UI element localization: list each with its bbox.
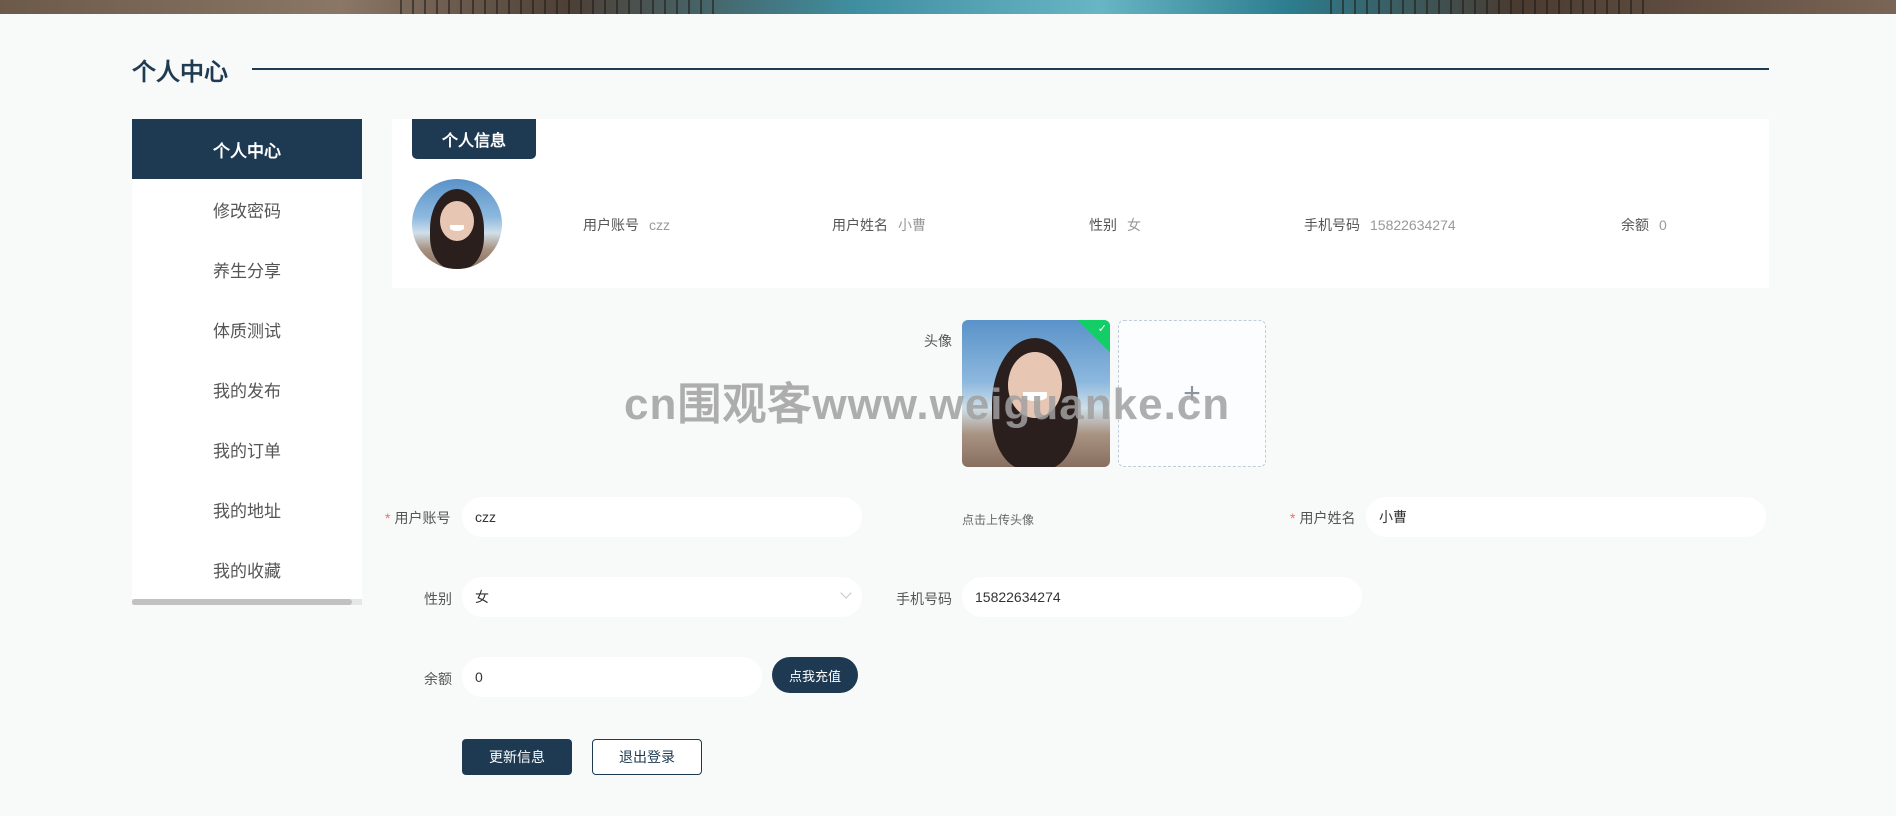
recharge-button[interactable]: 点我充值 xyxy=(772,657,858,693)
page-title: 个人中心 xyxy=(132,59,228,86)
upload-hint: 点击上传头像 xyxy=(962,513,1035,527)
sidebar-menu: 个人中心 修改密码 养生分享 体质测试 我的发布 我的订单 我的地址 我的收藏 xyxy=(132,119,362,605)
info-balance: 余额 0 xyxy=(1621,217,1667,233)
balance-input[interactable]: 0 xyxy=(462,657,762,697)
phone-label: 手机号码 xyxy=(896,591,952,607)
user-avatar xyxy=(412,179,502,269)
sidebar-scrollbar[interactable] xyxy=(132,599,362,605)
info-gender: 性别女 xyxy=(1089,217,1141,233)
avatar-label: 头像 xyxy=(924,333,952,349)
sidebar-item-my-favorites[interactable]: 我的收藏 xyxy=(132,539,362,599)
sidebar-item-my-address[interactable]: 我的地址 xyxy=(132,479,362,539)
account-label: * 用户账号 xyxy=(385,510,451,526)
top-banner-image xyxy=(0,0,1896,14)
balance-label: 余额 xyxy=(424,671,452,687)
name-label: * 用户姓名 xyxy=(1290,510,1356,526)
info-account: 用户账号 czz xyxy=(583,217,670,233)
gender-label: 性别 xyxy=(424,591,452,607)
sidebar-item-my-posts[interactable]: 我的发布 xyxy=(132,359,362,419)
chevron-down-icon xyxy=(840,587,852,599)
gender-select-value: 女 xyxy=(475,589,489,605)
update-info-button[interactable]: 更新信息 xyxy=(462,739,572,775)
check-icon: ✓ xyxy=(1097,322,1107,335)
banner-railing xyxy=(400,0,720,14)
plus-icon: + xyxy=(1183,376,1201,410)
sidebar-item-personal-center[interactable]: 个人中心 xyxy=(132,119,362,179)
sidebar-item-change-password[interactable]: 修改密码 xyxy=(132,179,362,239)
tab-personal-info[interactable]: 个人信息 xyxy=(412,119,536,159)
scrollbar-thumb[interactable] xyxy=(132,599,352,605)
logout-button[interactable]: 退出登录 xyxy=(592,739,702,775)
banner-railing xyxy=(1330,0,1650,14)
account-input[interactable]: czz xyxy=(462,497,862,537)
name-input[interactable]: 小曹 xyxy=(1366,497,1766,537)
gender-select[interactable]: 女 xyxy=(462,577,862,617)
sidebar-item-health-share[interactable]: 养生分享 xyxy=(132,239,362,299)
phone-input[interactable]: 15822634274 xyxy=(962,577,1362,617)
title-divider xyxy=(252,68,1769,70)
personal-info-card: 个人信息 用户账号 czz 用户姓名 小曹 性别女 手机号码 15822634274 … xyxy=(392,119,1769,288)
info-phone: 手机号码 15822634274 xyxy=(1304,217,1456,233)
sidebar-item-my-orders[interactable]: 我的订单 xyxy=(132,419,362,479)
info-name: 用户姓名 小曹 xyxy=(832,217,926,233)
avatar-upload-button[interactable]: + xyxy=(1118,320,1266,467)
upload-success-badge: ✓ xyxy=(1077,320,1110,353)
sidebar-item-constitution-test[interactable]: 体质测试 xyxy=(132,299,362,359)
uploaded-avatar-thumbnail[interactable]: ✓ xyxy=(962,320,1110,467)
